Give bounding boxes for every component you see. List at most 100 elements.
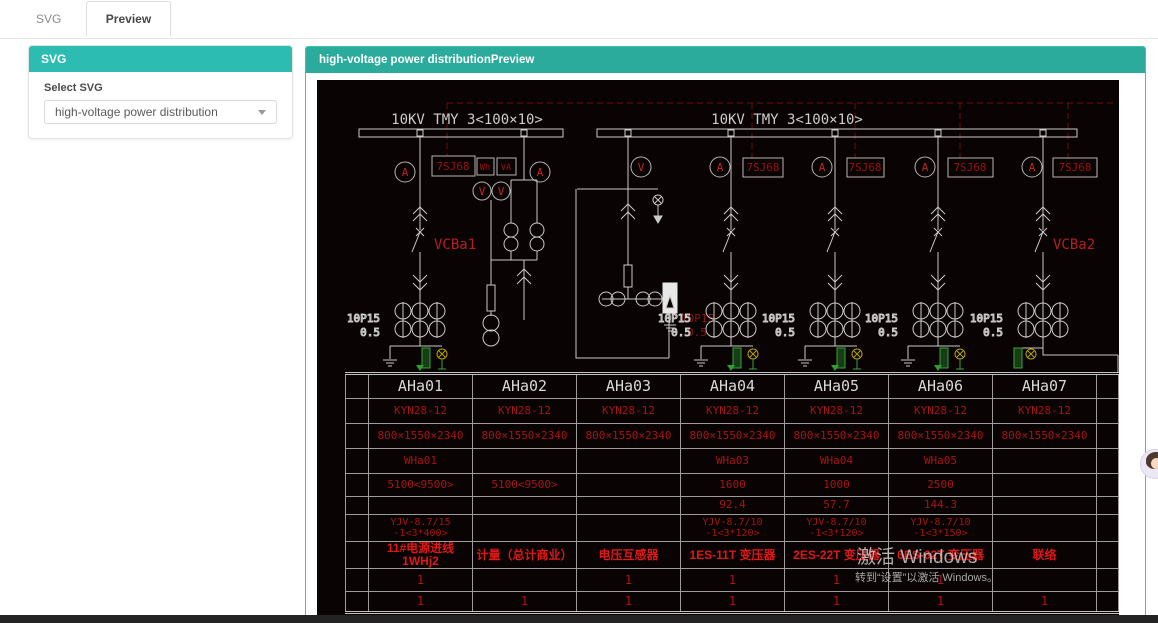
table-cell: 800×1550×2340 — [681, 424, 785, 449]
ammeter-icon: A — [922, 161, 929, 174]
table-cell — [1097, 497, 1119, 515]
table-cell: YJV-8.7/10 -1<3*120> — [681, 515, 785, 542]
table-cell: 1 — [993, 592, 1097, 613]
table-cell — [346, 515, 369, 542]
breaker-label-vcba1: VCBa1 — [434, 237, 476, 253]
ammeter-icon: A — [537, 166, 544, 179]
table-cell — [346, 424, 369, 449]
table-row: 11#电源进线 1WHj2计量（总计商业）电压互感器1ES-11T 变压器2ES… — [346, 542, 1119, 569]
table-cell — [346, 474, 369, 497]
table-cell — [1097, 542, 1119, 569]
table-cell: 800×1550×2340 — [577, 424, 681, 449]
table-cell: 1ES-11T 变压器 — [681, 542, 785, 569]
table-cell — [993, 449, 1097, 474]
table-row: 800×1550×2340800×1550×2340800×1550×23408… — [346, 424, 1119, 449]
bus1-label: 10KV TMY 3<100×10> — [391, 112, 543, 128]
table-cell: WHa01 — [369, 449, 473, 474]
table-cell: 5100<9500> — [369, 474, 473, 497]
table-cell: KYN28-12 — [577, 399, 681, 424]
table-cell: 11#电源进线 1WHj2 — [369, 542, 473, 569]
va-meter-label: VA — [501, 163, 511, 173]
table-cell — [1097, 399, 1119, 424]
table-cell: AHa07 — [993, 374, 1097, 399]
table-cell: 1600 — [681, 474, 785, 497]
bus2-label: 10KV TMY 3<100×10> — [711, 112, 863, 128]
table-cell: 联络 — [993, 542, 1097, 569]
table-cell: YJV-8.7/10 -1<3*150> — [889, 515, 993, 542]
table-row: 11111 — [346, 569, 1119, 592]
table-cell: 1 — [577, 592, 681, 613]
relay-7sj68: 7SJ68 — [848, 161, 881, 174]
ammeter-icon: A — [402, 166, 409, 179]
feeder-bay: 10P150.5 — [970, 137, 1118, 372]
table-cell — [577, 474, 681, 497]
voltmeter-icon: V — [479, 185, 486, 198]
table-cell — [1097, 592, 1119, 613]
tab-bar: SVG Preview — [0, 0, 1158, 39]
table-cell: 1 — [369, 592, 473, 613]
tab-svg[interactable]: SVG — [16, 1, 81, 36]
table-header-row: AHa01AHa02AHa03AHa04AHa05AHa06AHa07 — [346, 374, 1119, 399]
svg-select-dropdown[interactable]: high-voltage power distribution — [44, 100, 277, 124]
ct-rating-label: 0.5 — [983, 326, 1003, 339]
table-cell: 144.3 — [889, 497, 993, 515]
wh-meter-label: Wh — [480, 163, 490, 173]
table-cell — [577, 449, 681, 474]
table-row: YJV-8.7/15 -1<3*400> YJV-8.7/10 -1<3*120>… — [346, 515, 1119, 542]
chevron-down-icon — [258, 110, 266, 115]
feeder-aha02-pt — [483, 137, 544, 346]
table-cell: 800×1550×2340 — [785, 424, 889, 449]
relay-7sj68: 7SJ68 — [746, 161, 779, 174]
ct-rating-label: 10P15 — [658, 312, 691, 325]
schematic-svg: 10KV TMY 3<100×10> 10KV TMY 3<100×10> 7S… — [317, 80, 1119, 372]
table-cell: 1 — [681, 592, 785, 613]
breaker-label-vcba2: VCBa2 — [1053, 237, 1095, 253]
table-cell — [473, 497, 577, 515]
table-cell: 800×1550×2340 — [889, 424, 993, 449]
table-cell: 2500 — [889, 474, 993, 497]
table-cell — [993, 569, 1097, 592]
table-row: WHa01WHa03WHa04WHa05 — [346, 449, 1119, 474]
table-cell — [577, 515, 681, 542]
table-cell — [473, 569, 577, 592]
table-row: 92.457.7144.3 — [346, 497, 1119, 515]
table-cell — [473, 449, 577, 474]
table-cell — [577, 497, 681, 515]
table-cell: 1 — [681, 569, 785, 592]
table-cell — [346, 399, 369, 424]
ct-rating-label: 10P15 — [865, 312, 898, 325]
windows-activation-hint: 转到“设置”以激活 Windows。 — [855, 569, 998, 585]
table-cell: YJV-8.7/15 -1<3*400> — [369, 515, 473, 542]
ct-rating-label: 0.5 — [878, 326, 898, 339]
table-row: KYN28-12KYN28-12KYN28-12KYN28-12KYN28-12… — [346, 399, 1119, 424]
table-cell — [473, 515, 577, 542]
table-cell — [346, 497, 369, 515]
avatar-face — [1151, 458, 1158, 469]
table-cell — [346, 449, 369, 474]
table-cell: KYN28-12 — [889, 399, 993, 424]
table-cell: AHa06 — [889, 374, 993, 399]
ammeter-icon: A — [717, 161, 724, 174]
table-cell: 800×1550×2340 — [993, 424, 1097, 449]
voltmeter-icon: V — [638, 161, 645, 174]
table-cell: AHa02 — [473, 374, 577, 399]
table-cell — [993, 515, 1097, 542]
table-cell: 57.7 — [785, 497, 889, 515]
table-cell — [346, 374, 369, 399]
table-cell: KYN28-12 — [785, 399, 889, 424]
table-cell: 1000 — [785, 474, 889, 497]
table-cell: AHa01 — [369, 374, 473, 399]
select-svg-label: Select SVG — [44, 82, 277, 94]
bus-taps — [417, 130, 1046, 136]
preview-card: high-voltage power distributionPreview 1… — [305, 46, 1146, 623]
ct-rating-label: 0.5 — [360, 326, 380, 339]
table-cell: 92.4 — [681, 497, 785, 515]
bottom-bar — [0, 615, 1158, 623]
table-row: 1111111 — [346, 592, 1119, 613]
table-cell: 电压互感器 — [577, 542, 681, 569]
ammeter-icon: A — [1029, 161, 1036, 174]
table-cell: 800×1550×2340 — [369, 424, 473, 449]
tab-preview[interactable]: Preview — [86, 1, 171, 36]
table-cell: AHa04 — [681, 374, 785, 399]
table-cell: WHa05 — [889, 449, 993, 474]
